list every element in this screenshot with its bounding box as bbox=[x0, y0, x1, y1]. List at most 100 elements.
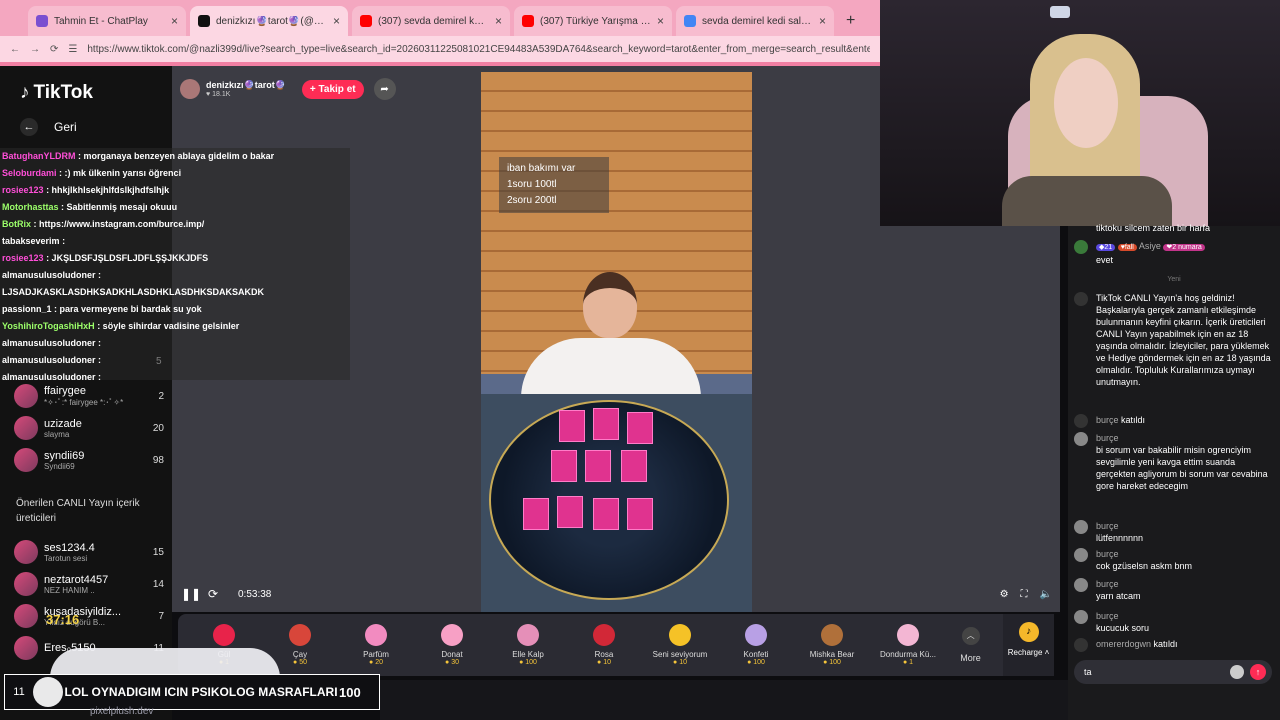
avatar[interactable] bbox=[1074, 432, 1088, 446]
chat-username[interactable]: omererdogwn bbox=[1096, 639, 1151, 649]
gift-item[interactable]: Seni seviyorum ● 10 bbox=[642, 624, 718, 666]
gift-item[interactable]: Rosa ● 10 bbox=[566, 624, 642, 666]
chat-username[interactable]: burçe bbox=[1096, 579, 1119, 589]
browser-tab[interactable]: (307) Türkiye Yarışma Programl × bbox=[514, 6, 672, 36]
tiktok-logo[interactable]: ♪ TikTok bbox=[20, 82, 93, 104]
send-button[interactable]: ↑ bbox=[1250, 664, 1266, 680]
chat-input[interactable] bbox=[1084, 667, 1230, 677]
gift-icon bbox=[365, 624, 387, 646]
avatar bbox=[1074, 240, 1088, 254]
chat-username[interactable]: burçe bbox=[1096, 549, 1119, 559]
close-icon[interactable]: × bbox=[657, 14, 664, 28]
browser-tab[interactable]: sevda demirel kedi saldırısı - Go × bbox=[676, 6, 834, 36]
chat-message-body: omererdogwn katıldı bbox=[1096, 638, 1274, 650]
live-host-name[interactable]: denizkızı🔮tarot🔮 bbox=[206, 80, 286, 90]
overlay-chat-user: almanusulusoludoner bbox=[2, 355, 96, 365]
pause-icon[interactable]: ❚❚ bbox=[180, 587, 202, 601]
overlay-chat-user: BotRix bbox=[2, 219, 31, 229]
avatar[interactable] bbox=[1074, 520, 1088, 534]
volume-icon[interactable]: 🔈 bbox=[1040, 589, 1052, 600]
donation-goal-banner: 11 LOL OYNADIGIM ICIN PSIKOLOG MASRAFLAR… bbox=[4, 674, 380, 710]
gift-item[interactable]: Donat ● 30 bbox=[414, 624, 490, 666]
avatar[interactable] bbox=[1074, 610, 1088, 624]
avatar[interactable] bbox=[1074, 578, 1088, 592]
settings-icon[interactable]: ⚙ bbox=[1000, 589, 1009, 600]
fan-badge: ♥fall bbox=[1117, 244, 1137, 251]
fullscreen-icon[interactable]: ⛶ bbox=[1021, 589, 1028, 600]
gift-icon bbox=[821, 624, 843, 646]
gift-price: ● 20 bbox=[338, 659, 414, 666]
close-icon[interactable]: × bbox=[333, 14, 340, 28]
back-icon[interactable]: ← bbox=[10, 44, 20, 55]
close-icon[interactable]: × bbox=[819, 14, 826, 28]
browser-tab[interactable]: (307) sevda demirel kedi - YouT × bbox=[352, 6, 510, 36]
gift-item[interactable]: Elle Kalp ● 100 bbox=[490, 624, 566, 666]
chat-message: burçe yarn atcam bbox=[1074, 578, 1274, 602]
close-icon[interactable]: × bbox=[171, 14, 178, 28]
chat-text: kucucuk soru bbox=[1096, 623, 1150, 633]
back-button[interactable]: ← Geri bbox=[20, 118, 77, 136]
avatar bbox=[14, 384, 38, 408]
sidebar-host-item[interactable]: kusadasiyildiz... Yıldız sugörü B... 7 bbox=[14, 600, 164, 632]
site-info-icon[interactable]: ☰ bbox=[68, 44, 77, 55]
chat-username[interactable]: burçe bbox=[1096, 415, 1119, 425]
overlay-chat-line: BotRix : https://www.instagram.com/burce… bbox=[2, 216, 350, 233]
overlay-chat-line: Motorhasttas : Sabitlenmiş mesajı okuuu bbox=[2, 199, 350, 216]
tab-favicon-icon bbox=[36, 15, 48, 27]
gift-price: ● 10 bbox=[566, 659, 642, 666]
forward-icon[interactable]: → bbox=[30, 44, 40, 55]
chat-message-body: burçe cok gzüselsn askm bnm bbox=[1096, 548, 1274, 572]
chat-message: omererdogwn katıldı bbox=[1074, 638, 1274, 652]
chat-message: tiktoku silcem zaten bir harfa bbox=[1096, 223, 1211, 233]
sidebar-host-item[interactable]: neztarot4457 NEZ HANIM .. 14 bbox=[14, 568, 164, 600]
chat-text: yarn atcam bbox=[1096, 591, 1141, 601]
ceiling-lamp bbox=[1050, 6, 1070, 18]
chat-username[interactable]: burçe bbox=[1096, 521, 1119, 531]
refresh-icon[interactable]: ⟳ bbox=[202, 587, 224, 601]
join-icon[interactable] bbox=[1074, 414, 1088, 428]
gift-more-button[interactable]: ︿ More bbox=[946, 627, 995, 663]
gift-icon bbox=[897, 624, 919, 646]
live-duration: 0:53:38 bbox=[238, 588, 272, 600]
live-video[interactable] bbox=[481, 72, 752, 612]
chat-username[interactable]: burçe bbox=[1096, 611, 1119, 621]
tab-title: denizkızı🔮tarot🔮(@nazli... bbox=[216, 15, 327, 27]
gift-item[interactable]: Parfüm ● 20 bbox=[338, 624, 414, 666]
overlay-chat-line: rosiee123 : hhkjlkhlsekjhlfdslkjhdfslhjk bbox=[2, 182, 350, 199]
gift-item[interactable]: Konfeti ● 100 bbox=[718, 624, 794, 666]
overlay-chat-text: : https://www.instagram.com/burce.imp/ bbox=[33, 219, 205, 229]
tab-title: (307) Türkiye Yarışma Programl bbox=[540, 15, 651, 27]
gift-name: Elle Kalp bbox=[512, 650, 544, 659]
sidebar-host-item[interactable]: ses1234.4 Tarotun sesi 15 bbox=[14, 536, 164, 568]
join-icon[interactable] bbox=[1074, 638, 1088, 652]
share-icon[interactable]: ➦ bbox=[373, 78, 396, 100]
overlay-chat-line: almanusulusoludoner : bbox=[2, 267, 350, 284]
avatar bbox=[14, 540, 38, 564]
emoji-icon[interactable] bbox=[1230, 665, 1244, 679]
avatar[interactable] bbox=[1074, 548, 1088, 562]
gift-item[interactable]: Mishka Bear ● 100 bbox=[794, 624, 870, 666]
sidebar-host-item[interactable]: uzizade slayma 20 bbox=[14, 412, 164, 444]
chat-username[interactable]: burçe bbox=[1096, 433, 1119, 443]
reload-icon[interactable]: ⟳ bbox=[50, 44, 58, 55]
gift-icon bbox=[289, 624, 311, 646]
gift-item[interactable]: Dondurma Kü... ● 1 bbox=[870, 624, 946, 666]
streamer-webcam bbox=[880, 0, 1280, 226]
tarot-card bbox=[557, 496, 583, 528]
follower-count: ♥ 18.1K bbox=[206, 91, 231, 98]
browser-tab[interactable]: denizkızı🔮tarot🔮(@nazli... × bbox=[190, 6, 348, 36]
recharge-button[interactable]: ♪ Recharge ˄ bbox=[1003, 614, 1054, 676]
gift-name: Konfeti bbox=[743, 650, 769, 659]
banner-text: LOL OYNADIGIM ICIN PSIKOLOG MASRAFLARI bbox=[64, 684, 338, 699]
url-text[interactable]: https://www.tiktok.com/@nazli399d/live?s… bbox=[87, 44, 870, 55]
avatar[interactable] bbox=[180, 79, 200, 99]
new-tab-button[interactable]: + bbox=[838, 12, 863, 36]
overlay-chat-line: passionn_1 : para vermeyene bi bardak su… bbox=[2, 301, 350, 318]
chat-message: burçe cok gzüselsn askm bnm bbox=[1074, 548, 1274, 572]
follow-button[interactable]: + Takip et bbox=[301, 79, 364, 99]
viewer-count: 15 bbox=[152, 546, 164, 558]
overlay-chat-text: : bbox=[98, 372, 102, 382]
sidebar-host-item[interactable]: syndii69 Syndii69 98 bbox=[14, 444, 164, 476]
close-icon[interactable]: × bbox=[495, 14, 502, 28]
browser-tab[interactable]: Tahmin Et - ChatPlay × bbox=[28, 6, 186, 36]
